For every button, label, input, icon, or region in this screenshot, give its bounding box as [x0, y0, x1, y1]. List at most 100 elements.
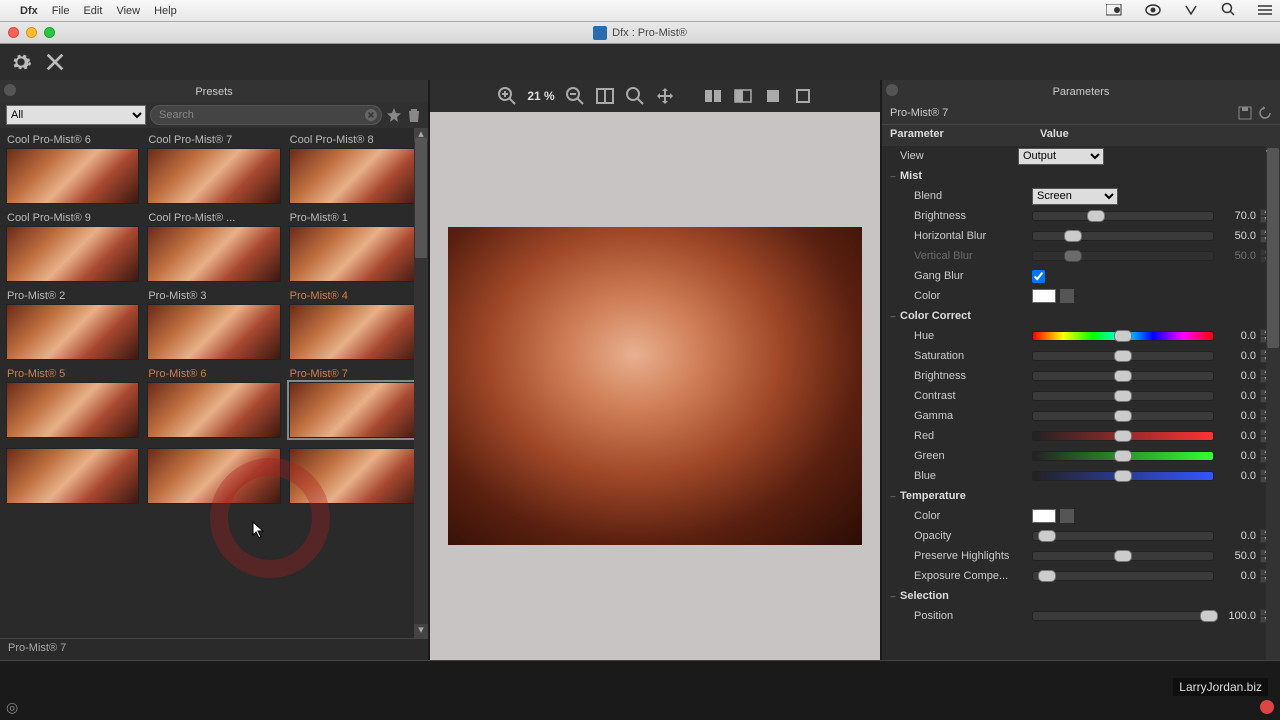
param-slider[interactable] [1032, 231, 1214, 241]
slider-thumb[interactable] [1114, 390, 1132, 402]
close-button[interactable] [8, 27, 19, 38]
slider-thumb[interactable] [1087, 210, 1105, 222]
color-swatch[interactable] [1032, 289, 1056, 303]
panel-close-icon[interactable] [4, 84, 16, 96]
move-icon[interactable] [655, 86, 675, 106]
preset-item[interactable]: Pro-Mist® 7 [289, 366, 422, 438]
param-checkbox[interactable] [1032, 270, 1045, 283]
preset-thumbnail[interactable] [289, 304, 422, 360]
preset-item[interactable]: Cool Pro-Mist® 8 [289, 132, 422, 204]
eyedropper-icon[interactable] [1060, 289, 1074, 303]
param-slider[interactable] [1032, 331, 1214, 341]
spotlight-icon[interactable] [1211, 2, 1235, 16]
scroll-down-icon[interactable]: ▾ [414, 624, 428, 638]
param-slider[interactable] [1032, 251, 1214, 261]
param-slider[interactable] [1032, 371, 1214, 381]
preset-item[interactable]: Pro-Mist® 4 [289, 288, 422, 360]
slider-thumb[interactable] [1114, 370, 1132, 382]
compare-split-icon[interactable] [703, 86, 723, 106]
param-slider[interactable] [1032, 471, 1214, 481]
tray-arrow-icon[interactable] [1174, 4, 1198, 16]
preset-thumbnail[interactable] [147, 304, 280, 360]
param-slider[interactable] [1032, 451, 1214, 461]
tray-rec-icon[interactable] [1096, 4, 1122, 16]
preset-item[interactable] [147, 444, 280, 504]
slider-thumb[interactable] [1038, 570, 1056, 582]
slider-thumb[interactable] [1114, 450, 1132, 462]
param-slider[interactable] [1032, 211, 1214, 221]
preset-thumbnail[interactable] [289, 226, 422, 282]
slider-thumb[interactable] [1114, 350, 1132, 362]
preset-item[interactable]: Cool Pro-Mist® 9 [6, 210, 139, 282]
preset-item[interactable]: Pro-Mist® 5 [6, 366, 139, 438]
param-slider[interactable] [1032, 431, 1214, 441]
minimize-button[interactable] [26, 27, 37, 38]
preset-thumbnail[interactable] [6, 448, 139, 504]
menu-help[interactable]: Help [154, 5, 177, 17]
slider-thumb[interactable] [1114, 550, 1132, 562]
param-slider[interactable] [1032, 391, 1214, 401]
close-badge-icon[interactable] [1260, 700, 1274, 714]
eyedropper-icon[interactable] [1060, 509, 1074, 523]
slider-thumb[interactable] [1064, 250, 1082, 262]
preset-item[interactable] [6, 444, 139, 504]
preset-thumbnail[interactable] [147, 448, 280, 504]
preset-item[interactable]: Pro-Mist® 2 [6, 288, 139, 360]
slider-thumb[interactable] [1114, 430, 1132, 442]
fit-icon[interactable] [595, 86, 615, 106]
collapse-icon[interactable]: – [886, 491, 900, 501]
preset-thumbnail[interactable] [6, 226, 139, 282]
preset-filter-select[interactable]: All [6, 105, 146, 125]
preset-thumbnail[interactable] [6, 304, 139, 360]
panel-close-icon[interactable] [886, 84, 898, 96]
param-slider[interactable] [1032, 411, 1214, 421]
slider-thumb[interactable] [1114, 410, 1132, 422]
collapse-icon[interactable]: – [886, 311, 900, 321]
slider-thumb[interactable] [1114, 470, 1132, 482]
menu-edit[interactable]: Edit [83, 5, 102, 17]
preset-thumbnail[interactable] [6, 382, 139, 438]
menu-file[interactable]: File [52, 5, 70, 17]
preset-item[interactable]: Cool Pro-Mist® 7 [147, 132, 280, 204]
preset-item[interactable]: Pro-Mist® 1 [289, 210, 422, 282]
collapse-icon[interactable]: – [886, 171, 900, 181]
preset-item[interactable]: Pro-Mist® 6 [147, 366, 280, 438]
zoom-reset-icon[interactable] [625, 86, 645, 106]
gear-icon[interactable] [10, 51, 32, 73]
scroll-thumb[interactable] [415, 138, 427, 258]
params-scrollbar[interactable]: ▾ [1266, 146, 1280, 660]
zoom-out-icon[interactable] [565, 86, 585, 106]
param-slider[interactable] [1032, 551, 1214, 561]
param-slider[interactable] [1032, 571, 1214, 581]
preset-item[interactable]: Pro-Mist® 3 [147, 288, 280, 360]
preset-search-input[interactable] [150, 105, 382, 125]
view-alt-icon[interactable] [793, 86, 813, 106]
slider-thumb[interactable] [1064, 230, 1082, 242]
trash-icon[interactable] [406, 107, 422, 123]
param-slider[interactable] [1032, 531, 1214, 541]
param-dropdown[interactable]: Output [1018, 148, 1104, 165]
preset-thumbnail[interactable] [147, 148, 280, 204]
param-dropdown[interactable]: Screen [1032, 188, 1118, 205]
param-slider[interactable] [1032, 351, 1214, 361]
param-slider[interactable] [1032, 611, 1214, 621]
viewer-canvas[interactable] [430, 112, 880, 660]
scroll-thumb[interactable] [1267, 148, 1279, 348]
slider-thumb[interactable] [1200, 610, 1218, 622]
preset-thumbnail[interactable] [6, 148, 139, 204]
app-name[interactable]: Dfx [20, 5, 38, 17]
zoom-in-icon[interactable] [497, 86, 517, 106]
preset-item[interactable]: Cool Pro-Mist® ... [147, 210, 280, 282]
preset-thumbnail[interactable] [147, 382, 280, 438]
zoom-label[interactable]: 21 % [527, 89, 554, 103]
tray-eye-icon[interactable] [1135, 4, 1161, 16]
slider-thumb[interactable] [1114, 330, 1132, 342]
preset-item[interactable] [289, 444, 422, 504]
reset-icon[interactable] [1258, 106, 1272, 120]
preset-item[interactable]: Cool Pro-Mist® 6 [6, 132, 139, 204]
preset-scrollbar[interactable]: ▴ ▾ [414, 128, 428, 638]
preset-thumbnail[interactable] [147, 226, 280, 282]
preset-thumbnail[interactable] [289, 448, 422, 504]
menu-view[interactable]: View [116, 5, 140, 17]
collapse-icon[interactable]: – [886, 591, 900, 601]
